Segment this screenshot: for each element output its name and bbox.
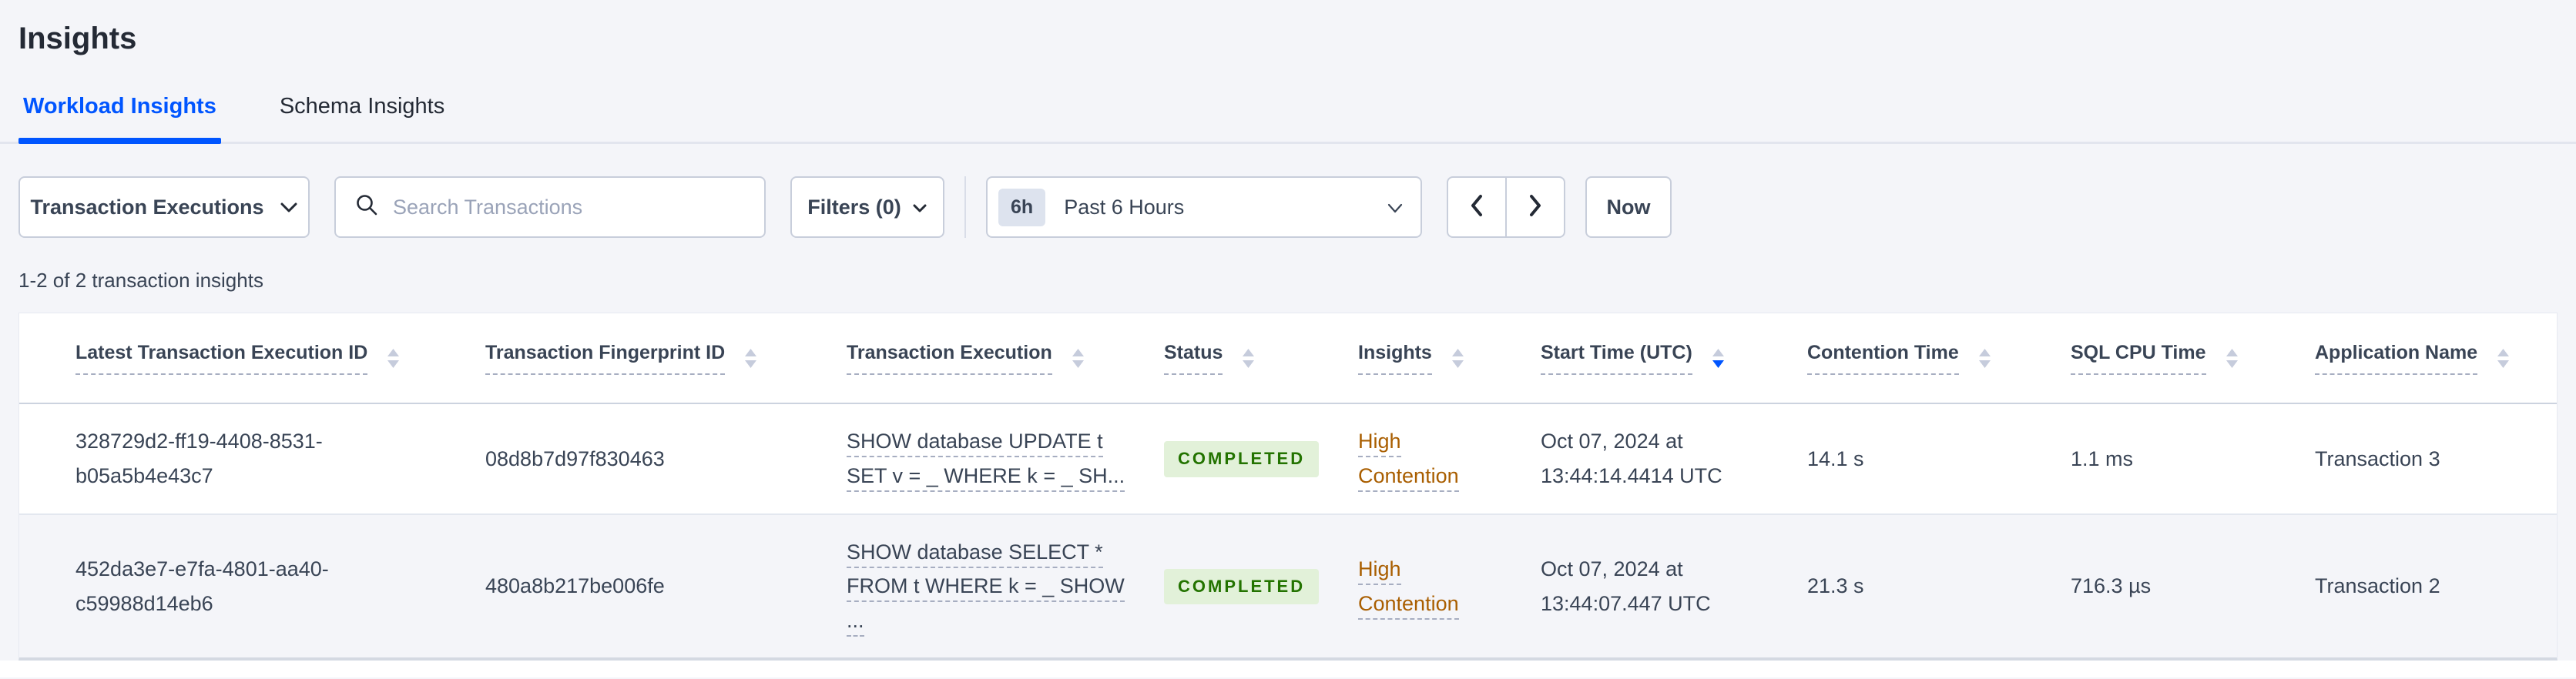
column-header-start-time-utc: Start Time (UTC)	[1540, 313, 1806, 404]
transaction-execution-link[interactable]: SHOW database UPDATE t SET v = _ WHERE k…	[847, 430, 1125, 492]
contention-time: 21.3 s	[1807, 574, 1864, 598]
sort-icon[interactable]	[1978, 348, 1991, 368]
sql-cpu-time: 716.3 µs	[2071, 574, 2152, 598]
execution-type-dropdown-label: Transaction Executions	[30, 195, 264, 219]
sql-cpu-time: 1.1 ms	[2071, 447, 2134, 470]
column-header-transaction-execution: Transaction Execution	[846, 313, 1163, 404]
table-row: 452da3e7-e7fa-4801-aa40-c59988d14eb6 480…	[19, 513, 2557, 657]
contention-time: 14.1 s	[1807, 447, 1864, 470]
time-range-picker[interactable]: 6h Past 6 Hours	[986, 176, 1422, 238]
transaction-fingerprint-id: 480a8b217be006fe	[485, 574, 665, 598]
tab-bar: Workload Insights Schema Insights	[0, 92, 2576, 144]
transaction-insights-table-card: Latest Transaction Execution ID Transact…	[18, 313, 2558, 661]
search-icon	[354, 192, 379, 222]
chevron-down-icon	[1387, 196, 1404, 219]
tab-schema-insights[interactable]: Schema Insights	[275, 92, 449, 142]
column-header-status: Status	[1163, 313, 1357, 404]
sort-icon[interactable]	[2497, 348, 2510, 368]
status-badge: COMPLETED	[1164, 568, 1320, 605]
time-interval-badge: 6h	[998, 188, 1046, 226]
results-summary: 1-2 of 2 transaction insights	[18, 269, 263, 292]
chevron-down-icon	[280, 196, 298, 219]
content-area-below-table	[0, 661, 2576, 677]
column-header-insights: Insights	[1357, 313, 1540, 404]
latest-transaction-execution-id: 452da3e7-e7fa-4801-aa40-c59988d14eb6	[75, 557, 329, 615]
execution-type-dropdown[interactable]: Transaction Executions	[18, 176, 310, 238]
caret-right-icon	[1528, 193, 1543, 222]
application-name: Transaction 3	[2315, 447, 2440, 470]
application-name: Transaction 2	[2315, 574, 2440, 598]
search-input[interactable]	[391, 194, 746, 220]
table-row: 328729d2-ff19-4408-8531-b05a5b4e43c7 08d…	[19, 403, 2557, 514]
sort-icon-active-desc[interactable]	[1712, 348, 1724, 368]
toolbar-divider	[964, 176, 966, 238]
column-header-contention-time: Contention Time	[1806, 313, 2070, 404]
sort-icon[interactable]	[1451, 348, 1464, 368]
chevron-down-icon	[912, 196, 927, 219]
start-time: Oct 07, 2024 at 13:44:07.447 UTC	[1541, 557, 1711, 615]
insight-link-high-contention[interactable]: High Contention	[1358, 430, 1459, 492]
previous-range-button[interactable]	[1447, 176, 1506, 238]
sort-icon[interactable]	[2225, 348, 2238, 368]
insights-page: Insights Workload Insights Schema Insigh…	[0, 20, 2576, 677]
page-title: Insights	[18, 22, 137, 55]
caret-left-icon	[1469, 193, 1484, 222]
transaction-insights-table: Latest Transaction Execution ID Transact…	[19, 313, 2557, 657]
insight-link-high-contention[interactable]: High Contention	[1358, 557, 1459, 620]
toolbar: Transaction Executions Filters (0) 6h Pa…	[18, 176, 2558, 238]
sort-icon[interactable]	[387, 348, 400, 368]
column-header-transaction-fingerprint-id: Transaction Fingerprint ID	[485, 313, 846, 404]
filters-button-label: Filters (0)	[807, 195, 901, 219]
table-header-row: Latest Transaction Execution ID Transact…	[19, 313, 2557, 404]
latest-transaction-execution-id: 328729d2-ff19-4408-8531-b05a5b4e43c7	[75, 430, 323, 487]
status-badge: COMPLETED	[1164, 441, 1320, 477]
sort-icon[interactable]	[745, 348, 757, 368]
transaction-fingerprint-id: 08d8b7d97f830463	[485, 447, 665, 470]
next-range-button[interactable]	[1506, 176, 1565, 238]
tab-workload-insights[interactable]: Workload Insights	[18, 92, 221, 144]
sort-icon[interactable]	[1072, 348, 1084, 368]
start-time: Oct 07, 2024 at 13:44:14.4414 UTC	[1541, 430, 1722, 487]
transaction-execution-link[interactable]: SHOW database SELECT * FROM t WHERE k = …	[847, 540, 1125, 637]
filters-button[interactable]: Filters (0)	[790, 176, 944, 238]
column-header-application-name: Application Name	[2314, 313, 2557, 404]
time-range-nav	[1447, 176, 1565, 238]
search-box	[334, 176, 766, 238]
now-button-label: Now	[1606, 195, 1651, 219]
time-range-label: Past 6 Hours	[1064, 195, 1185, 219]
column-header-sql-cpu-time: SQL CPU Time	[2070, 313, 2314, 404]
now-button[interactable]: Now	[1585, 176, 1672, 238]
column-header-latest-transaction-execution-id: Latest Transaction Execution ID	[19, 313, 485, 404]
sort-icon[interactable]	[1243, 348, 1255, 368]
